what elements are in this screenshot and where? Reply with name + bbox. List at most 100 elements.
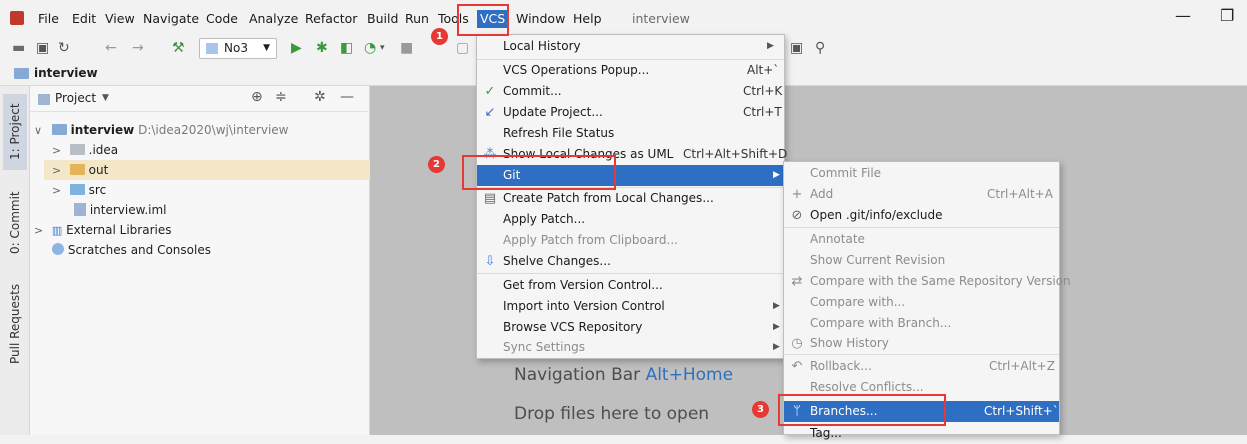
menu-item-open-git-exclude[interactable]: ⊘ Open .git/info/exclude <box>784 205 1059 226</box>
menu-view[interactable]: View <box>105 10 135 28</box>
exclude-file-icon: ⊘ <box>791 208 803 223</box>
tab-pull-requests[interactable]: Pull Requests <box>3 274 27 374</box>
menu-item-show-history[interactable]: ◷ Show History <box>784 333 1059 354</box>
vcs-toolbar-icon[interactable]: ▢ <box>456 40 469 56</box>
chevron-down-icon[interactable]: ▼ <box>102 93 109 103</box>
expand-arrow-icon[interactable]: ∨ <box>34 121 48 141</box>
hide-icon[interactable]: — <box>340 89 354 105</box>
menu-item-commit-file[interactable]: Commit File <box>784 163 1059 184</box>
stop-icon[interactable]: ■ <box>400 40 413 56</box>
step-badge-2: 2 <box>428 156 445 173</box>
locate-icon[interactable]: ⊕ <box>251 89 263 105</box>
tree-row-src[interactable]: > src <box>52 180 106 200</box>
tree-label: out <box>88 163 109 177</box>
step-badge-1: 1 <box>431 28 448 45</box>
menu-item-compare-with-branch[interactable]: Compare with Branch... <box>784 313 1059 334</box>
tree-row-interview[interactable]: ∨ interview D:\idea2020\wj\interview <box>30 120 288 140</box>
undo-icon: ↶ <box>791 359 803 374</box>
gear-icon[interactable]: ✲ <box>314 89 326 105</box>
menu-item-apply-patch[interactable]: Apply Patch... <box>477 209 784 230</box>
tree-row-scratches[interactable]: Scratches and Consoles <box>52 240 211 260</box>
menu-edit[interactable]: Edit <box>72 10 96 28</box>
menu-item-update-project[interactable]: ↙ Update Project... Ctrl+T <box>477 102 784 123</box>
restore-button[interactable]: ❐ <box>1220 6 1234 25</box>
forward-icon[interactable]: → <box>132 40 144 56</box>
minimize-button[interactable]: — <box>1175 6 1191 25</box>
menu-item-vcs-operations-popup[interactable]: VCS Operations Popup... Alt+` <box>477 60 784 81</box>
debug-icon[interactable]: ✱ <box>316 40 328 56</box>
tab-project[interactable]: 1: Project <box>3 94 27 170</box>
source-folder-icon <box>69 184 85 195</box>
menu-item-create-patch[interactable]: ▤ Create Patch from Local Changes... <box>477 188 784 209</box>
run-config-select[interactable]: No3 ▼ <box>199 38 277 59</box>
menu-item-show-current-revision[interactable]: Show Current Revision <box>784 250 1059 271</box>
run-icon[interactable]: ▶ <box>291 40 302 56</box>
checkmark-icon: ✓ <box>484 84 496 99</box>
menu-file[interactable]: File <box>38 10 59 28</box>
sync-icon[interactable]: ↻ <box>58 40 70 56</box>
open-folder-icon[interactable]: ▬ <box>12 40 25 56</box>
tree-row-external-libraries[interactable]: > ▥ External Libraries <box>34 220 172 240</box>
highlight-vcs-menu <box>457 4 509 36</box>
menu-window[interactable]: Window <box>516 10 565 28</box>
menu-item-shelve-changes[interactable]: ⇩ Shelve Changes... <box>477 251 784 272</box>
drop-files-hint: Drop files here to open <box>514 404 710 424</box>
expand-arrow-icon[interactable]: > <box>52 141 66 161</box>
menu-help[interactable]: Help <box>573 10 602 28</box>
tab-commit[interactable]: 0: Commit <box>3 182 27 264</box>
tree-label: src <box>88 183 107 197</box>
menu-item-local-history[interactable]: Local History ▶ <box>477 36 784 57</box>
menu-item-apply-patch-clipboard[interactable]: Apply Patch from Clipboard... <box>477 230 784 251</box>
compare-icon: ⇄ <box>791 274 803 289</box>
menu-item-tag[interactable]: Tag... <box>784 423 1059 444</box>
back-icon[interactable]: ← <box>105 40 117 56</box>
profile-icon[interactable]: ◔ <box>364 40 376 56</box>
project-view-select[interactable]: Project <box>55 91 96 105</box>
expand-arrow-icon[interactable]: > <box>52 181 66 201</box>
tree-label: interview.iml <box>89 203 167 217</box>
project-panel: Project ▼ ⊕ ≑ ✲ — ∨ interview D:\idea202… <box>30 86 370 435</box>
tree-label: .idea <box>88 143 119 157</box>
chevron-down-icon: ▼ <box>263 43 270 53</box>
menu-item-get-from-vcs[interactable]: Get from Version Control... <box>477 275 784 296</box>
window-title: interview <box>632 11 690 26</box>
collapse-all-icon[interactable]: ≑ <box>275 89 287 105</box>
terminal-icon[interactable]: ▣ <box>790 40 803 56</box>
expand-arrow-icon[interactable]: > <box>52 161 66 181</box>
plus-icon: + <box>791 187 803 202</box>
tree-label: External Libraries <box>66 223 172 237</box>
save-all-icon[interactable]: ▣ <box>36 40 49 56</box>
menu-item-add[interactable]: + Add Ctrl+Alt+A <box>784 184 1059 205</box>
menu-run[interactable]: Run <box>405 10 429 28</box>
menu-code[interactable]: Code <box>206 10 238 28</box>
menu-navigate[interactable]: Navigate <box>143 10 199 28</box>
folder-icon <box>14 67 29 81</box>
expand-arrow-icon[interactable]: > <box>34 221 48 241</box>
menu-item-import-into-vcs[interactable]: Import into Version Control ▶ <box>477 296 784 317</box>
profile-dropdown-icon[interactable]: ▾ <box>380 40 385 56</box>
tree-row-out[interactable]: > out <box>44 160 370 180</box>
search-icon[interactable]: ⚲ <box>815 40 825 56</box>
menu-item-compare-with[interactable]: Compare with... <box>784 292 1059 313</box>
shelve-icon: ⇩ <box>484 254 496 269</box>
folder-icon <box>69 164 85 175</box>
menu-build[interactable]: Build <box>367 10 398 28</box>
menu-item-commit[interactable]: ✓ Commit... Ctrl+K <box>477 81 784 102</box>
menu-item-annotate[interactable]: Annotate <box>784 229 1059 250</box>
menu-refactor[interactable]: Refactor <box>305 10 357 28</box>
tree-row-iml[interactable]: interview.iml <box>74 200 167 220</box>
build-hammer-icon[interactable]: ⚒ <box>172 40 185 56</box>
menu-analyze[interactable]: Analyze <box>249 10 298 28</box>
menu-item-compare-same-repo[interactable]: ⇄ Compare with the Same Repository Versi… <box>784 271 1071 292</box>
project-panel-header: Project ▼ ⊕ ≑ ✲ — <box>30 86 370 112</box>
breadcrumb-project[interactable]: interview <box>34 66 98 80</box>
menu-item-rollback[interactable]: ↶ Rollback... Ctrl+Alt+Z <box>784 356 1059 377</box>
module-folder-icon <box>51 124 67 135</box>
coverage-icon[interactable]: ◧ <box>340 40 353 56</box>
step-badge-3: 3 <box>752 401 769 418</box>
menu-item-browse-vcs-repository[interactable]: Browse VCS Repository ▶ <box>477 317 784 338</box>
tree-row-idea[interactable]: > .idea <box>52 140 118 160</box>
tool-window-strip: 1: Project 0: Commit Pull Requests <box>0 86 30 435</box>
menu-item-refresh-file-status[interactable]: Refresh File Status <box>477 123 784 144</box>
menu-item-sync-settings[interactable]: Sync Settings ▶ <box>477 337 784 358</box>
